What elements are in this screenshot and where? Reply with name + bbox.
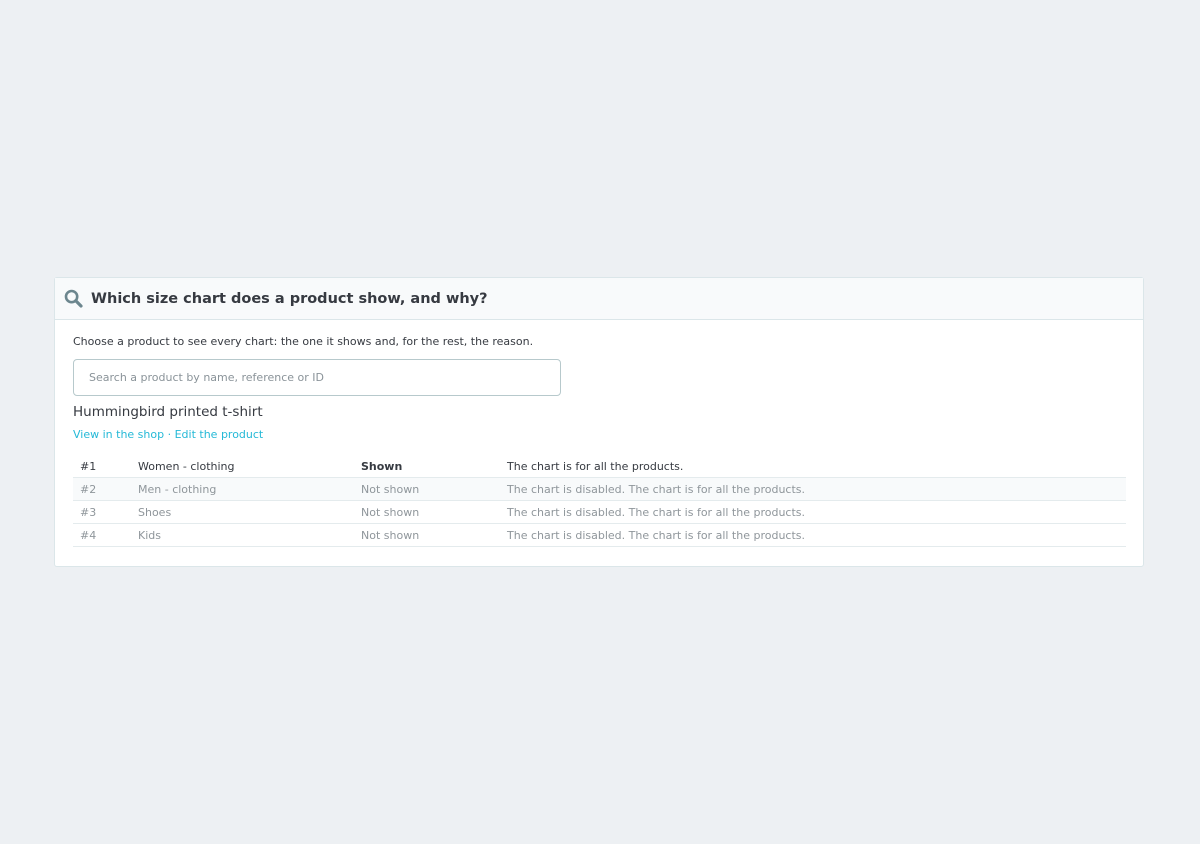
product-name: Hummingbird printed t-shirt [73,404,263,420]
link-separator: · [167,428,172,441]
charts-table: #1 Women - clothing Shown The chart is f… [73,455,1126,547]
table-row: #4 Kids Not shown The chart is disabled.… [73,523,1126,547]
search-icon [64,289,83,308]
chart-name: Kids [131,523,354,547]
chart-reason: The chart is disabled. The chart is for … [500,500,1126,524]
panel-header: Which size chart does a product show, an… [55,278,1143,320]
chart-status: Not shown [354,477,500,501]
view-in-shop-link[interactable]: View in the shop [73,428,164,441]
chart-id: #4 [73,523,131,547]
table-row: #3 Shoes Not shown The chart is disabled… [73,500,1126,524]
chart-reason: The chart is disabled. The chart is for … [500,523,1126,547]
chart-reason: The chart is disabled. The chart is for … [500,477,1126,501]
chart-name: Shoes [131,500,354,524]
chart-status: Not shown [354,500,500,524]
chart-name: Women - clothing [131,455,354,478]
chart-id: #2 [73,477,131,501]
product-search-input[interactable] [73,359,561,396]
edit-product-link[interactable]: Edit the product [175,428,264,441]
panel-body: Choose a product to see every chart: the… [55,320,1143,547]
chart-name: Men - clothing [131,477,354,501]
chart-id: #1 [73,455,131,478]
chart-reason: The chart is for all the products. [500,455,1126,478]
panel-title: Which size chart does a product show, an… [91,290,488,307]
size-chart-panel: Which size chart does a product show, an… [54,277,1144,567]
intro-text: Choose a product to see every chart: the… [73,335,534,348]
chart-status: Shown [354,455,500,478]
product-links: View in the shop · Edit the product [73,427,1125,442]
table-row: #2 Men - clothing Not shown The chart is… [73,477,1126,501]
chart-id: #3 [73,500,131,524]
chart-status: Not shown [354,523,500,547]
table-row: #1 Women - clothing Shown The chart is f… [73,455,1126,478]
